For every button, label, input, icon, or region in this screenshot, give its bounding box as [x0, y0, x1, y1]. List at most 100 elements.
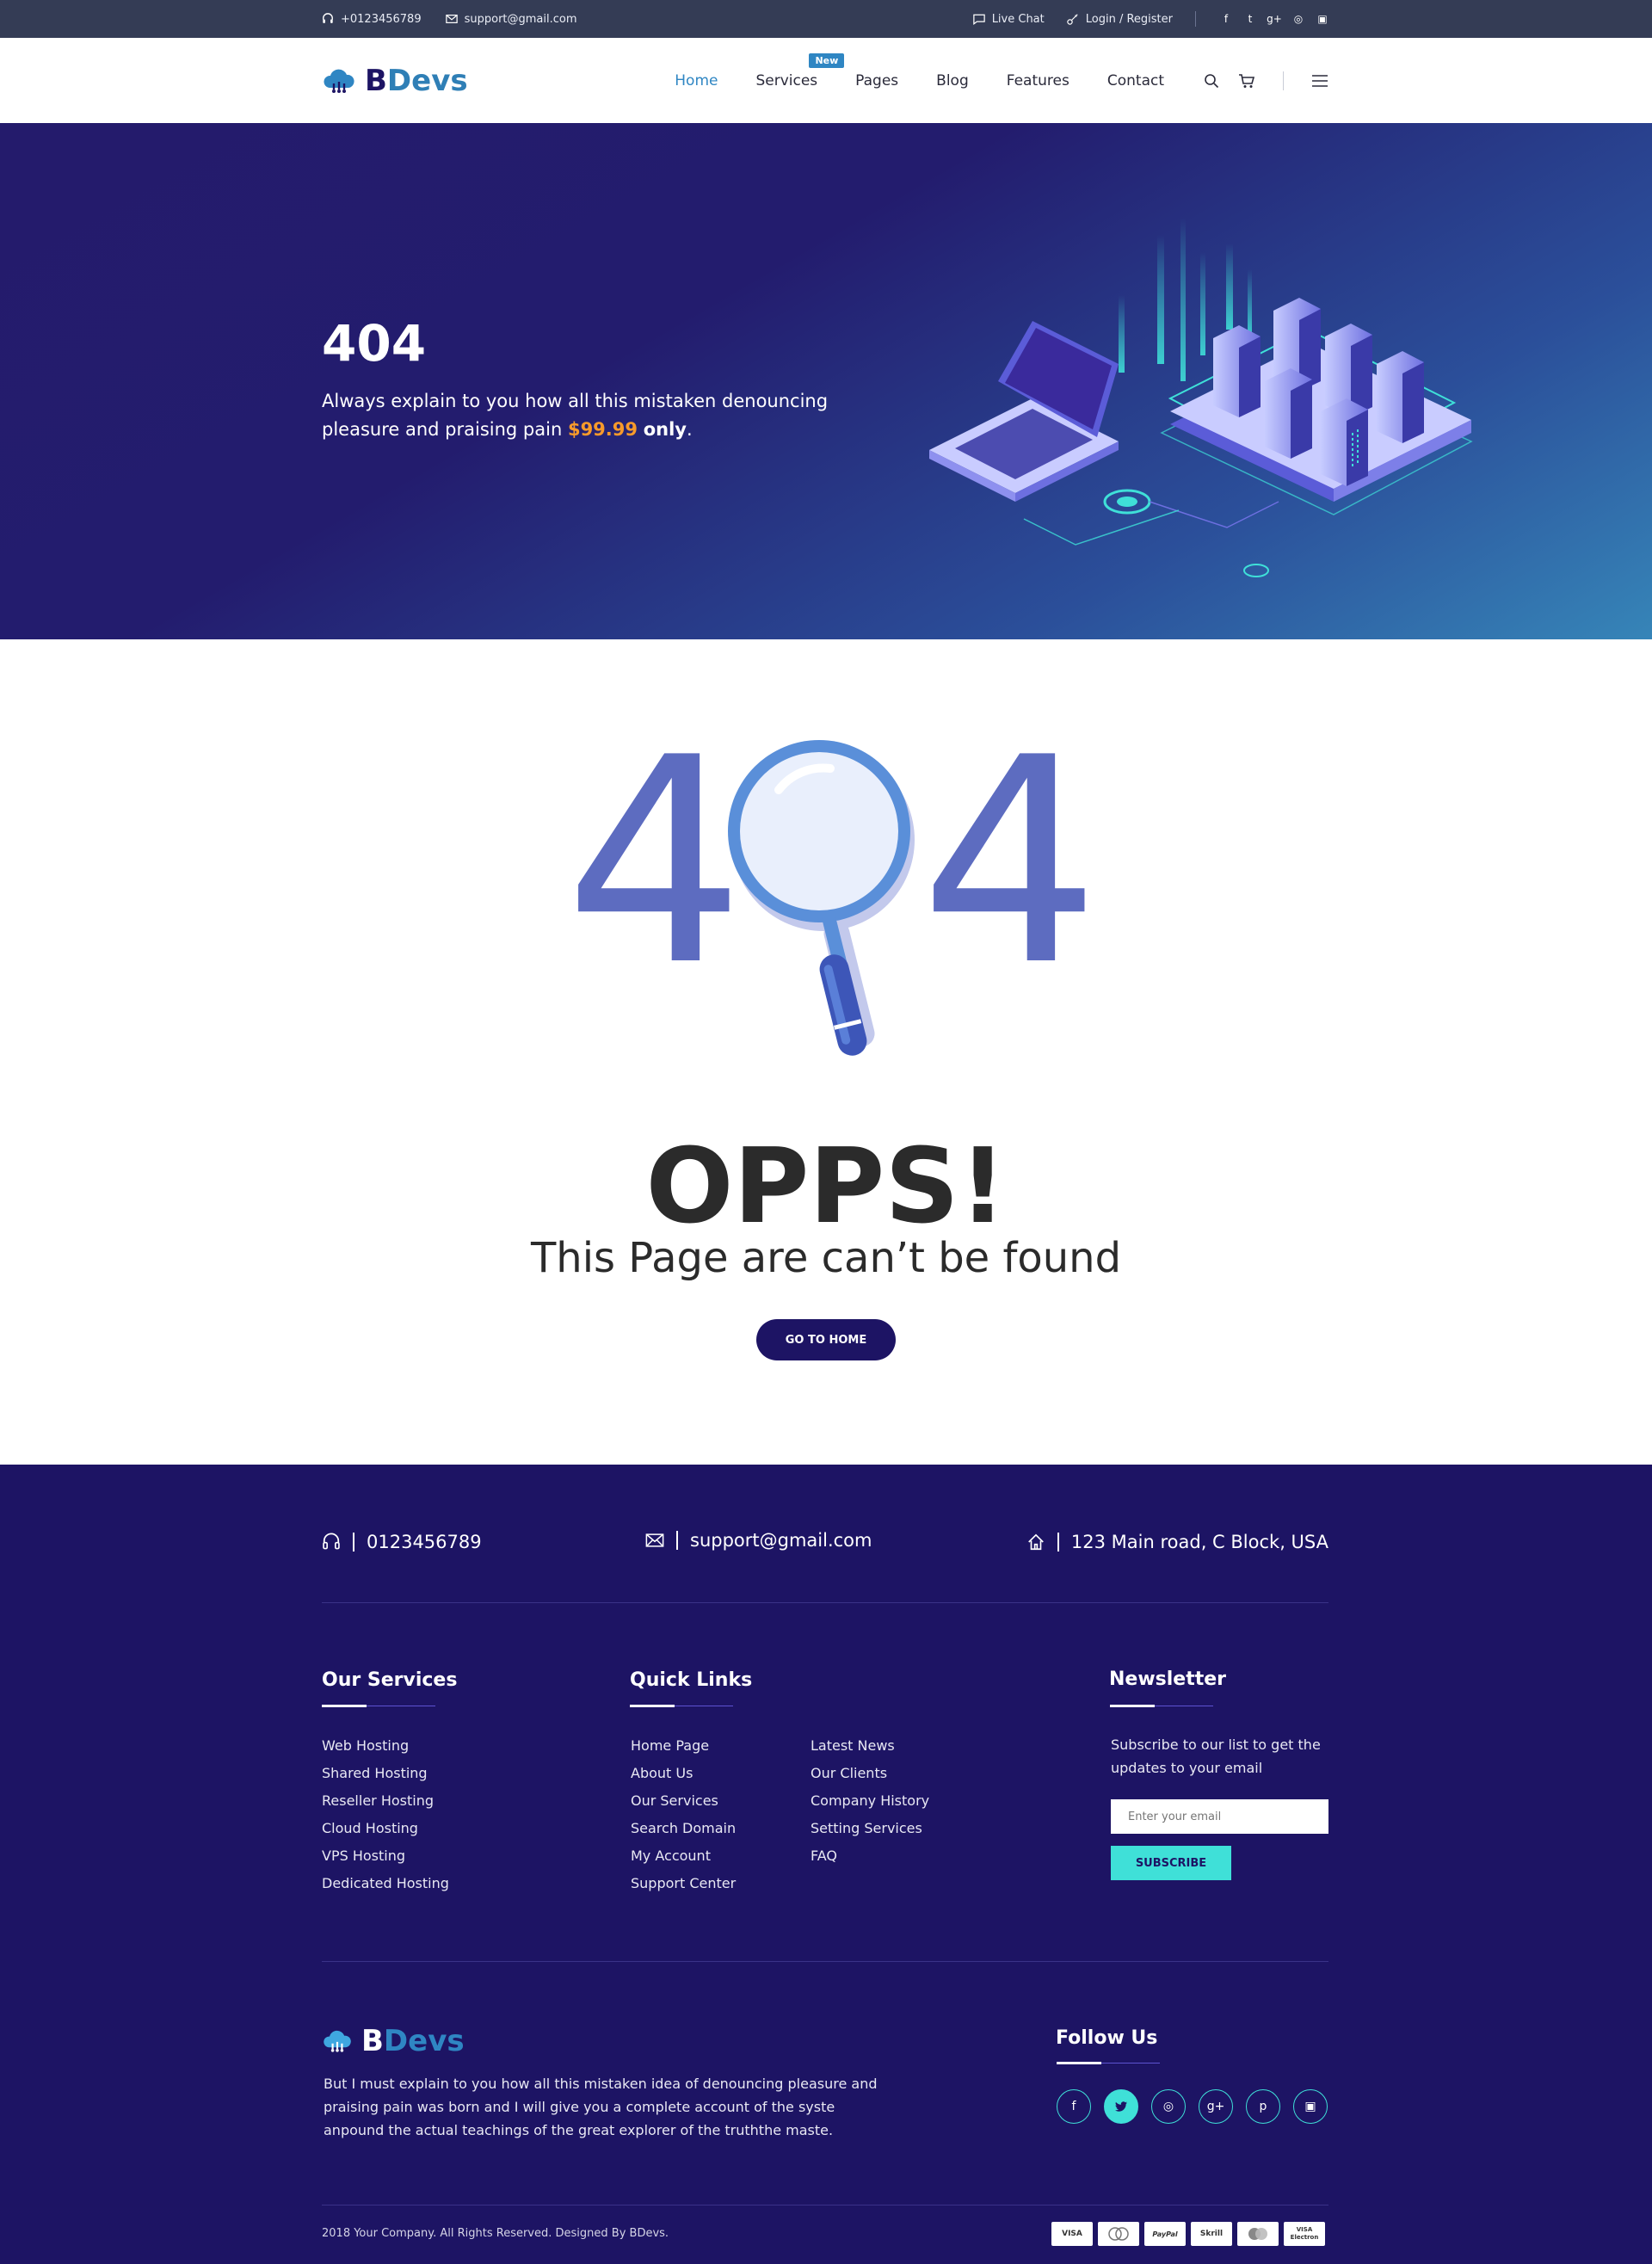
login-register-label: Login / Register — [1085, 12, 1173, 26]
footer-logo[interactable]: BDevs — [322, 2024, 465, 2058]
quick-links-list-2: Latest News Our Clients Company History … — [811, 1732, 929, 1870]
dribbble-icon[interactable]: ◎ — [1292, 13, 1304, 25]
quick-link[interactable]: Search Domain — [631, 1815, 736, 1842]
topbar-email-text: support@gmail.com — [464, 12, 577, 26]
login-register-link[interactable]: Login / Register — [1067, 13, 1173, 26]
footer-about-text: But I must explain to you how all this m… — [324, 2076, 878, 2138]
topbar-email[interactable]: support@gmail.com — [445, 12, 577, 26]
envelope-icon — [445, 15, 458, 23]
cart-icon[interactable] — [1238, 73, 1255, 89]
topbar: +0123456789 support@gmail.com Live Chat … — [0, 0, 1652, 38]
footer-divider-middle — [322, 1961, 1328, 1962]
services-title: Our Services — [322, 1669, 458, 1691]
footer-address-text: 123 Main road, C Block, USA — [1070, 1532, 1328, 1552]
quick-link[interactable]: Support Center — [631, 1870, 736, 1897]
search-icon[interactable] — [1204, 73, 1219, 89]
instagram-icon[interactable]: ▣ — [1316, 13, 1328, 25]
site-logo[interactable]: BDevs — [322, 64, 468, 98]
service-link[interactable]: Reseller Hosting — [322, 1787, 449, 1815]
service-link[interactable]: VPS Hosting — [322, 1842, 449, 1870]
service-link[interactable]: Shared Hosting — [322, 1760, 449, 1787]
logo-devs: Devs — [386, 63, 468, 98]
facebook-icon[interactable]: f — [1057, 2089, 1091, 2124]
newsletter-email-input[interactable] — [1111, 1799, 1328, 1834]
quick-links-list-1: Home Page About Us Our Services Search D… — [631, 1732, 736, 1897]
footer-logo-devs: Devs — [383, 2024, 465, 2058]
subscribe-button[interactable]: SUBSCRIBE — [1111, 1846, 1231, 1880]
live-chat-link[interactable]: Live Chat — [972, 13, 1045, 26]
error-digit-right: 4 — [920, 697, 1100, 1027]
logo-b: B — [365, 63, 387, 98]
hero-title: 404 — [322, 314, 427, 373]
chat-icon — [972, 14, 985, 25]
go-home-button[interactable]: GO TO HOME — [756, 1319, 896, 1360]
facebook-icon[interactable]: f — [1220, 13, 1232, 25]
quick-link[interactable]: Our Services — [631, 1787, 736, 1815]
hero-banner: 404 Always explain to you how all this m… — [0, 123, 1652, 639]
google-plus-icon[interactable]: g+ — [1267, 13, 1282, 25]
twitter-icon[interactable] — [1104, 2089, 1138, 2124]
footer-contact-row: 0123456789 support@gmail.com 123 Main ro… — [322, 1530, 1328, 1564]
nav-blog[interactable]: Blog — [936, 72, 969, 89]
service-link[interactable]: Web Hosting — [322, 1732, 449, 1760]
hero-price: $99.99 — [567, 419, 638, 440]
main-header: BDevs Home Services New Pages Blog Featu… — [0, 38, 1652, 123]
nav-contact[interactable]: Contact — [1107, 72, 1164, 89]
footer-divider-top — [322, 1602, 1328, 1603]
services-underline — [322, 1705, 435, 1707]
main-nav: Home Services New Pages Blog Features Co… — [675, 52, 1164, 89]
topbar-socials: f t g+ ◎ ▣ — [1220, 13, 1328, 25]
quick-link[interactable]: Home Page — [631, 1732, 736, 1760]
error-headline: OPPS! — [645, 1127, 1007, 1247]
services-list: Web Hosting Shared Hosting Reseller Host… — [322, 1732, 449, 1897]
key-icon — [1067, 14, 1078, 25]
nav-services[interactable]: Services New — [755, 52, 845, 89]
twitter-icon[interactable]: t — [1244, 13, 1256, 25]
envelope-icon — [645, 1533, 664, 1547]
server-laptop-illustration — [929, 218, 1473, 577]
hero-only: only — [643, 419, 687, 440]
quick-link[interactable]: About Us — [631, 1760, 736, 1787]
magnifier-icon — [728, 740, 915, 1056]
copyright-text: 2018 Your Company. All Rights Reserved. … — [322, 2227, 669, 2240]
quick-links-underline — [630, 1705, 743, 1707]
quick-link[interactable]: Company History — [811, 1787, 929, 1815]
dribbble-icon[interactable]: ◎ — [1151, 2089, 1186, 2124]
quick-link[interactable]: My Account — [631, 1842, 736, 1870]
service-link[interactable]: Cloud Hosting — [322, 1815, 449, 1842]
instagram-icon[interactable]: ▣ — [1293, 2089, 1328, 2124]
footer-email[interactable]: support@gmail.com — [645, 1530, 872, 1551]
service-link[interactable]: Dedicated Hosting — [322, 1870, 449, 1897]
quick-link[interactable]: FAQ — [811, 1842, 929, 1870]
cloud-logo-icon — [324, 69, 354, 93]
cloud-logo-icon — [324, 2030, 351, 2052]
home-icon — [1028, 1533, 1044, 1551]
contact-divider — [1057, 1533, 1059, 1551]
quick-links-title: Quick Links — [630, 1669, 753, 1691]
google-plus-icon[interactable]: g+ — [1199, 2089, 1233, 2124]
nav-services-label: Services — [755, 71, 818, 89]
footer-phone[interactable]: 0123456789 — [322, 1532, 482, 1552]
footer-logo-b: B — [361, 2024, 384, 2058]
footer-phone-text: 0123456789 — [367, 1532, 482, 1552]
topbar-phone[interactable]: +0123456789 — [322, 13, 422, 26]
nav-features[interactable]: Features — [1007, 72, 1069, 89]
maestro-card-icon — [1098, 2222, 1139, 2246]
contact-divider — [676, 1531, 678, 1550]
visa-card-icon: VISA — [1051, 2222, 1093, 2246]
nav-home[interactable]: Home — [675, 72, 718, 89]
newsletter-underline — [1110, 1705, 1224, 1707]
quick-link[interactable]: Setting Services — [811, 1815, 929, 1842]
headset-icon — [323, 13, 333, 23]
quick-link[interactable]: Our Clients — [811, 1760, 929, 1787]
menu-icon[interactable] — [1311, 74, 1328, 88]
payment-cards: VISA PayPal Skrill VISA Electron — [1051, 2222, 1325, 2246]
new-badge: New — [809, 52, 845, 68]
topbar-divider — [1195, 11, 1196, 27]
paypal-card-icon: PayPal — [1144, 2222, 1186, 2246]
quick-link[interactable]: Latest News — [811, 1732, 929, 1760]
nav-pages[interactable]: Pages — [855, 72, 898, 89]
visa-electron-card-icon: VISA Electron — [1284, 2222, 1325, 2246]
pinterest-icon[interactable]: p — [1246, 2089, 1280, 2124]
follow-us-icons: f ◎ g+ p ▣ — [1057, 2089, 1328, 2124]
